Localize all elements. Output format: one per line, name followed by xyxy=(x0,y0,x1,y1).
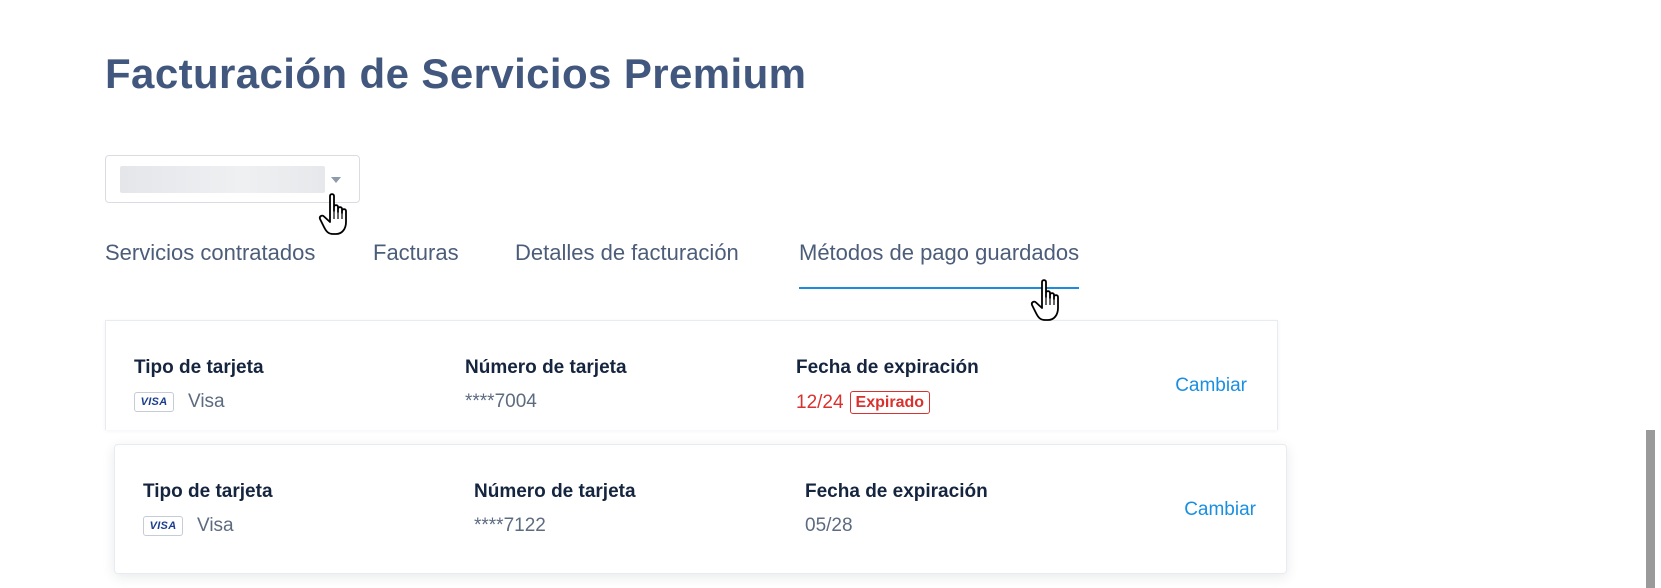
account-select-value-redacted xyxy=(120,166,325,193)
card-brand: Visa xyxy=(197,515,234,536)
hand-pointer-icon xyxy=(1030,279,1059,321)
tab-facturas[interactable]: Facturas xyxy=(373,240,459,266)
card-number-label: Número de tarjeta xyxy=(474,481,636,502)
card-type-column: Tipo de tarjeta VISA Visa xyxy=(134,357,264,413)
page-title: Facturación de Servicios Premium xyxy=(105,50,807,97)
card-number: ****7004 xyxy=(465,391,537,412)
change-card-link[interactable]: Cambiar xyxy=(1175,375,1247,397)
card-number-column: Número de tarjeta ****7122 xyxy=(474,481,636,537)
visa-logo-icon: VISA xyxy=(134,392,174,412)
expiry-label: Fecha de expiración xyxy=(805,481,988,502)
expiry-date: 05/28 xyxy=(805,515,853,536)
tab-detalles-facturacion[interactable]: Detalles de facturación xyxy=(515,240,739,266)
card-type-column: Tipo de tarjeta VISA Visa xyxy=(143,481,273,537)
card-number: ****7122 xyxy=(474,515,546,536)
scrollbar-thumb[interactable] xyxy=(1646,430,1655,588)
expiry-date: 12/24 xyxy=(796,391,844,413)
expiry-label: Fecha de expiración xyxy=(796,357,979,378)
card-brand: Visa xyxy=(188,391,225,412)
payment-method-card: Tipo de tarjeta VISA Visa Número de tarj… xyxy=(105,320,1278,430)
visa-logo-icon: VISA xyxy=(143,516,183,536)
tab-metodos-pago-guardados[interactable]: Métodos de pago guardados xyxy=(799,240,1080,289)
hand-pointer-icon xyxy=(318,193,347,235)
change-card-link[interactable]: Cambiar xyxy=(1184,499,1256,521)
payment-method-card: Tipo de tarjeta VISA Visa Número de tarj… xyxy=(114,444,1287,574)
card-number-label: Número de tarjeta xyxy=(465,357,627,378)
page: Facturación de Servicios Premium Servici… xyxy=(0,0,1661,588)
expiry-column: Fecha de expiración 12/24 Expirado xyxy=(796,357,979,414)
card-type-label: Tipo de tarjeta xyxy=(134,357,264,378)
expired-status-badge: Expirado xyxy=(849,391,931,414)
card-number-column: Número de tarjeta ****7004 xyxy=(465,357,627,413)
card-type-label: Tipo de tarjeta xyxy=(143,481,273,502)
tab-servicios-contratados[interactable]: Servicios contratados xyxy=(105,240,315,266)
caret-down-icon xyxy=(331,177,341,183)
expiry-column: Fecha de expiración 05/28 xyxy=(805,481,988,537)
